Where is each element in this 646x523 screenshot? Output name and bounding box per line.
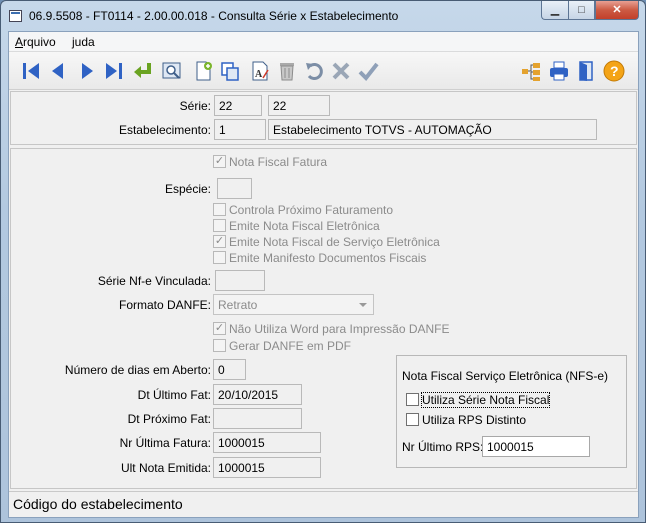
dias-aberto-label: Número de dias em Aberto: <box>64 363 211 377</box>
copy-icon[interactable] <box>217 58 243 84</box>
nao-utiliza-word-box: ✓ <box>213 322 226 335</box>
last-record-icon[interactable] <box>101 58 127 84</box>
menu-arquivo[interactable]: Arquivo <box>15 35 56 49</box>
menu-arquivo-mnemonic: A <box>15 35 24 49</box>
utiliza-rps-box <box>406 413 419 426</box>
application-window: 06.9.5508 - FT0114 - 2.00.00.018 - Consu… <box>0 0 646 523</box>
undo-icon[interactable] <box>301 58 327 84</box>
print-icon[interactable] <box>546 58 572 84</box>
client-area: Arquivo juda A ? Série: 22 22 Estabeleci… <box>8 31 639 518</box>
emite-mdfe-checkbox[interactable]: Emite Manifesto Documentos Fiscais <box>213 250 426 265</box>
nfse-group: Nota Fiscal Serviço Eletrônica (NFS-e) U… <box>396 355 627 468</box>
emite-nfse-checkbox[interactable]: ✓ Emite Nota Fiscal de Serviço Eletrônic… <box>213 234 440 249</box>
emite-nfse-box: ✓ <box>213 235 226 248</box>
controla-proximo-box <box>213 203 226 216</box>
minimize-button[interactable]: ▁ <box>541 1 568 20</box>
dt-proximo-fat-field[interactable] <box>213 408 302 429</box>
nota-fiscal-fatura-checkbox[interactable]: ✓ Nota Fiscal Fatura <box>213 154 327 169</box>
utiliza-serie-label: Utiliza Série Nota Fiscal <box>420 391 551 408</box>
estabelecimento-label: Estabelecimento: <box>118 123 211 137</box>
next-record-icon[interactable] <box>74 58 100 84</box>
add-icon[interactable] <box>191 58 217 84</box>
maximize-button[interactable]: □ <box>568 1 595 20</box>
gerar-pdf-checkbox[interactable]: Gerar DANFE em PDF <box>213 338 351 353</box>
search-icon[interactable] <box>159 58 185 84</box>
goto-icon[interactable] <box>130 58 156 84</box>
nr-ultima-fatura-field[interactable]: 1000015 <box>213 432 321 453</box>
dt-ultimo-fat-field[interactable]: 20/10/2015 <box>213 384 302 405</box>
gerar-pdf-label: Gerar DANFE em PDF <box>229 338 352 353</box>
menu-ajuda-rest: uda <box>74 35 95 49</box>
estabelecimento-desc-field[interactable]: Estabelecimento TOTVS - AUTOMAÇÃO <box>268 119 597 140</box>
dias-aberto-field[interactable]: 0 <box>213 359 246 380</box>
dt-ultimo-fat-label: Dt Último Fat: <box>137 388 211 402</box>
dt-proximo-fat-label: Dt Próximo Fat: <box>127 412 211 426</box>
header-panel: Série: 22 22 Estabelecimento: 1 Estabele… <box>10 91 637 145</box>
svg-text:A: A <box>255 69 263 80</box>
utiliza-serie-checkbox[interactable]: Utiliza Série Nota Fiscal <box>406 391 551 408</box>
help-icon[interactable]: ? <box>601 58 627 84</box>
status-bar: Código do estabelecimento <box>9 491 638 517</box>
nao-utiliza-word-checkbox[interactable]: ✓ Não Utiliza Word para Impressão DANFE <box>213 321 450 336</box>
nr-ultimo-rps-label: Nr Último RPS: <box>402 440 484 454</box>
controla-proximo-checkbox[interactable]: Controla Próximo Faturamento <box>213 202 393 217</box>
formato-danfe-select[interactable]: Retrato <box>213 294 374 315</box>
ult-nota-emitida-label: Ult Nota Emitida: <box>120 461 211 475</box>
exit-icon[interactable] <box>573 58 599 84</box>
window-title: 06.9.5508 - FT0114 - 2.00.00.018 - Consu… <box>29 9 399 23</box>
serie-desc-field[interactable]: 22 <box>268 95 330 116</box>
emite-nfe-box <box>213 219 226 232</box>
cancel-icon[interactable] <box>328 58 354 84</box>
tree-icon[interactable] <box>518 58 544 84</box>
close-button[interactable]: ✕ <box>595 1 639 20</box>
emite-mdfe-label: Emite Manifesto Documentos Fiscais <box>229 250 427 265</box>
estabelecimento-code-field[interactable]: 1 <box>214 119 266 140</box>
nota-fiscal-fatura-label: Nota Fiscal Fatura <box>229 154 328 169</box>
previous-record-icon[interactable] <box>45 58 71 84</box>
serie-code-field[interactable]: 22 <box>214 95 262 116</box>
emite-mdfe-box <box>213 251 226 264</box>
controla-proximo-label: Controla Próximo Faturamento <box>229 202 394 217</box>
emite-nfe-checkbox[interactable]: Emite Nota Fiscal Eletrônica <box>213 218 380 233</box>
formato-danfe-label: Formato DANFE: <box>118 298 211 312</box>
toolbar: A ? <box>9 52 638 90</box>
nr-ultimo-rps-field[interactable]: 1000015 <box>482 436 590 457</box>
app-icon <box>9 10 22 22</box>
formato-danfe-value: Retrato <box>218 298 258 312</box>
utiliza-rps-label: Utiliza RPS Distinto <box>422 412 527 427</box>
svg-text:?: ? <box>610 63 619 79</box>
nr-ultima-fatura-label: Nr Última Fatura: <box>119 436 211 450</box>
delete-icon[interactable] <box>274 58 300 84</box>
detail-panel: ✓ Nota Fiscal Fatura Espécie: Controla P… <box>10 148 637 489</box>
ult-nota-emitida-field[interactable]: 1000015 <box>213 457 321 478</box>
title-bar[interactable]: 06.9.5508 - FT0114 - 2.00.00.018 - Consu… <box>1 1 645 31</box>
caption-buttons: ▁ □ ✕ <box>541 1 639 20</box>
first-record-icon[interactable] <box>18 58 44 84</box>
emite-nfse-label: Emite Nota Fiscal de Serviço Eletrônica <box>229 234 440 249</box>
nota-fiscal-fatura-box: ✓ <box>213 155 226 168</box>
confirm-icon[interactable] <box>355 58 381 84</box>
utiliza-rps-checkbox[interactable]: Utiliza RPS Distinto <box>406 412 526 427</box>
serie-nfe-label: Série Nf-e Vinculada: <box>97 274 211 288</box>
especie-field[interactable] <box>217 178 252 199</box>
menu-bar: Arquivo juda <box>9 32 638 52</box>
emite-nfe-label: Emite Nota Fiscal Eletrônica <box>229 218 380 233</box>
serie-nfe-field[interactable] <box>215 270 265 291</box>
gerar-pdf-box <box>213 339 226 352</box>
menu-ajuda[interactable]: juda <box>72 35 95 49</box>
edit-icon[interactable]: A <box>247 58 273 84</box>
utiliza-serie-box <box>406 393 419 406</box>
serie-label: Série: <box>179 99 211 113</box>
chevron-down-icon <box>359 303 367 307</box>
nao-utiliza-word-label: Não Utiliza Word para Impressão DANFE <box>229 321 450 336</box>
especie-label: Espécie: <box>164 182 211 196</box>
menu-arquivo-rest: rquivo <box>23 35 56 49</box>
nfse-group-title: Nota Fiscal Serviço Eletrônica (NFS-e) <box>402 369 609 383</box>
